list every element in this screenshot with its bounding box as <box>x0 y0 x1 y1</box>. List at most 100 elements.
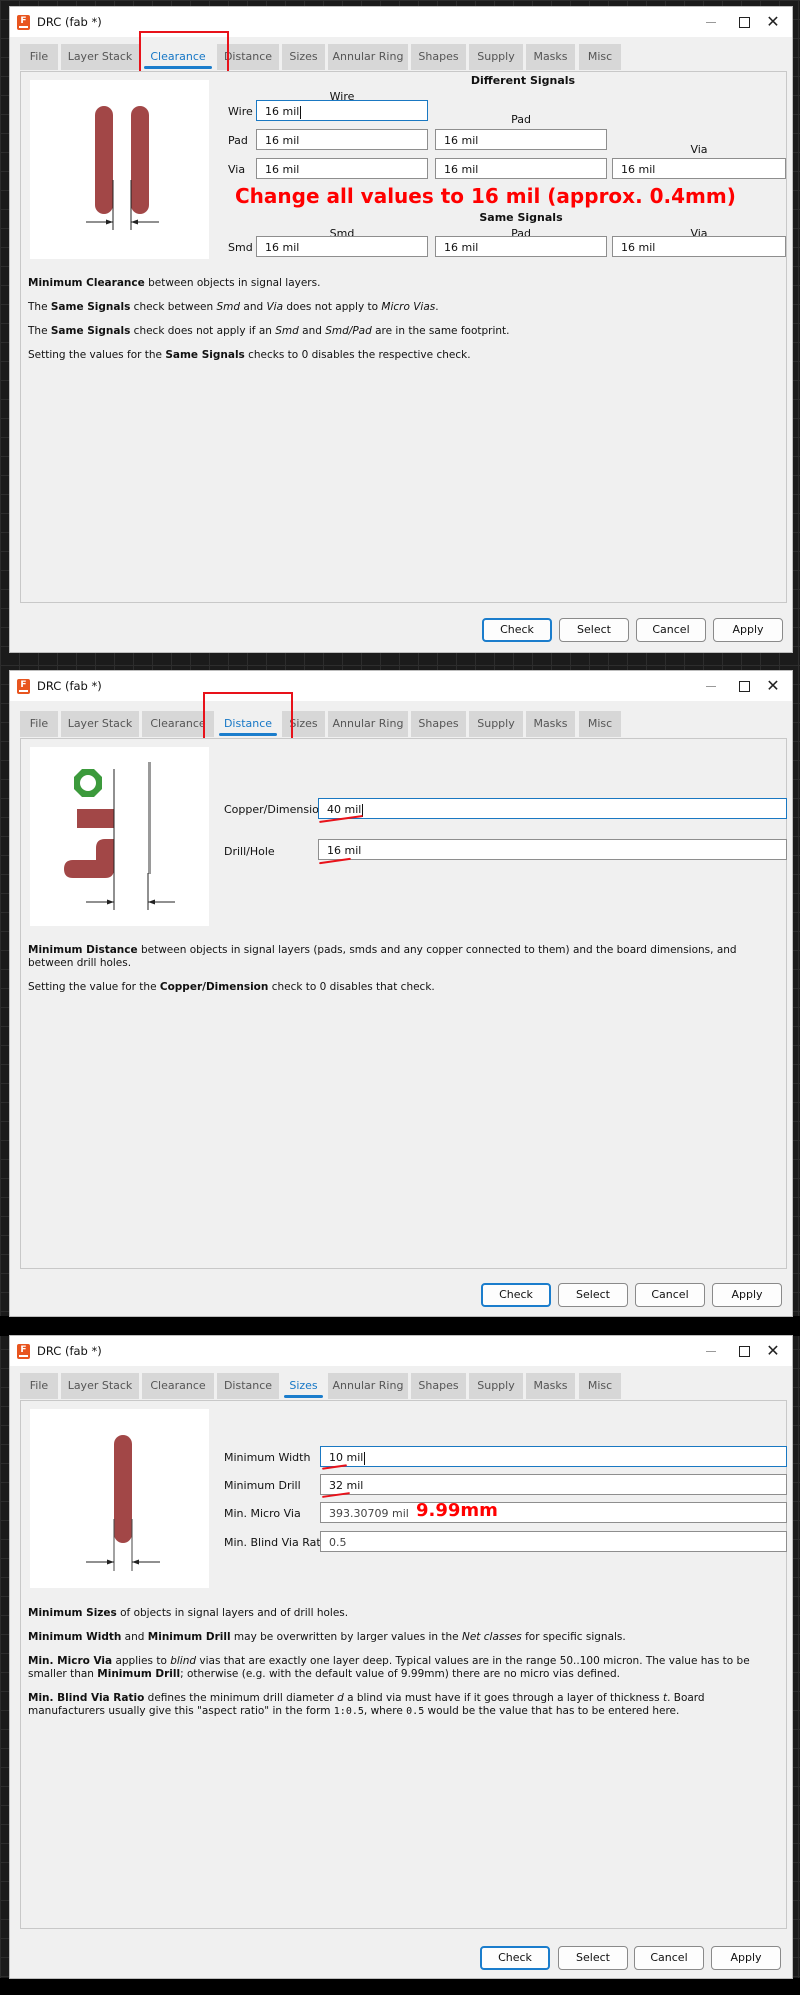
min-micro-via-input[interactable]: 393.30709 mil <box>320 1502 787 1523</box>
row-label-wire: Wire <box>228 105 253 118</box>
close-icon: ✕ <box>766 676 780 695</box>
apply-button[interactable]: Apply <box>711 1946 781 1970</box>
clearance-illustration <box>30 80 209 259</box>
min-blind-via-ratio-input[interactable]: 0.5 <box>320 1531 787 1552</box>
tab-misc[interactable]: Misc <box>579 44 621 70</box>
pad-wire-input[interactable]: 16 mil <box>256 129 428 150</box>
smd-via-input[interactable]: 16 mil <box>612 236 786 257</box>
via-via-input[interactable]: 16 mil <box>612 158 786 179</box>
minimize-icon <box>706 685 716 687</box>
tab-misc[interactable]: Misc <box>579 1373 621 1399</box>
tab-shapes[interactable]: Shapes <box>411 44 466 70</box>
drc-dialog-sizes: F DRC (fab *) ✕ File Layer Stack Clearan… <box>10 1336 792 1978</box>
annotation-text: 9.99mm <box>416 1500 498 1521</box>
wire-wire-input[interactable]: 16 mil <box>256 100 428 121</box>
col-header-pad: Pad <box>511 113 531 126</box>
maximize-button[interactable] <box>729 1340 759 1362</box>
maximize-icon <box>738 16 750 28</box>
tab-supply[interactable]: Supply <box>469 1373 523 1399</box>
select-button[interactable]: Select <box>559 618 629 642</box>
close-button[interactable]: ✕ <box>758 675 788 697</box>
close-button[interactable]: ✕ <box>758 1340 788 1362</box>
minimize-icon <box>706 21 716 23</box>
min-width-input[interactable]: 10 mil <box>320 1446 787 1467</box>
copper-dimension-input[interactable]: 40 mil <box>318 798 787 819</box>
tab-annular-ring[interactable]: Annular Ring <box>328 44 408 70</box>
tab-file[interactable]: File <box>20 44 58 70</box>
tab-annular-ring[interactable]: Annular Ring <box>328 711 408 737</box>
clearance-panel: Different Signals Wire Wire 16 mil Pad P… <box>20 71 787 603</box>
col-header-via: Via <box>690 143 708 156</box>
app-icon: F <box>17 1344 30 1359</box>
tab-layer-stack[interactable]: Layer Stack <box>61 1373 139 1399</box>
description-line: The Same Signals check does not apply if… <box>28 325 510 337</box>
close-button[interactable]: ✕ <box>758 11 788 33</box>
min-drill-input[interactable]: 32 mil <box>320 1474 787 1495</box>
drill-hole-label: Drill/Hole <box>224 845 275 858</box>
row-label-smd: Smd <box>228 241 253 254</box>
close-icon: ✕ <box>766 1341 780 1360</box>
check-button[interactable]: Check <box>481 1283 551 1307</box>
row-label-pad: Pad <box>228 134 248 147</box>
cancel-button[interactable]: Cancel <box>634 1946 704 1970</box>
tab-annular-ring[interactable]: Annular Ring <box>328 1373 408 1399</box>
check-button[interactable]: Check <box>480 1946 550 1970</box>
check-button[interactable]: Check <box>482 618 552 642</box>
tab-clearance[interactable]: Clearance <box>142 1373 214 1399</box>
annotation-highlight-box <box>203 692 293 742</box>
minimize-button[interactable] <box>696 1340 726 1362</box>
min-drill-label: Minimum Drill <box>224 1479 301 1492</box>
minimize-icon <box>706 1350 716 1352</box>
via-pad-input[interactable]: 16 mil <box>435 158 607 179</box>
select-button[interactable]: Select <box>558 1946 628 1970</box>
cancel-button[interactable]: Cancel <box>636 618 706 642</box>
tab-layer-stack[interactable]: Layer Stack <box>61 44 139 70</box>
same-signals-heading: Same Signals <box>479 211 563 224</box>
tab-masks[interactable]: Masks <box>526 1373 575 1399</box>
min-micro-via-label: Min. Micro Via <box>224 1507 301 1520</box>
tab-sizes[interactable]: Sizes <box>282 44 325 70</box>
title-bar: F DRC (fab *) ✕ <box>10 1336 792 1366</box>
tab-file[interactable]: File <box>20 711 58 737</box>
minimize-button[interactable] <box>696 675 726 697</box>
tab-misc[interactable]: Misc <box>579 711 621 737</box>
description-line: The Same Signals check between Smd and V… <box>28 301 439 313</box>
separator-band <box>0 1316 800 1336</box>
annotation-text: Change all values to 16 mil (approx. 0.4… <box>235 184 736 208</box>
minimize-button[interactable] <box>696 11 726 33</box>
description-line: Setting the values for the Same Signals … <box>28 349 471 361</box>
pad-pad-input[interactable]: 16 mil <box>435 129 607 150</box>
apply-button[interactable]: Apply <box>712 1283 782 1307</box>
apply-button[interactable]: Apply <box>713 618 783 642</box>
tab-file[interactable]: File <box>20 1373 58 1399</box>
close-icon: ✕ <box>766 12 780 31</box>
tab-supply[interactable]: Supply <box>469 44 523 70</box>
description-line: Minimum Sizes of objects in signal layer… <box>28 1607 349 1619</box>
min-width-label: Minimum Width <box>224 1451 311 1464</box>
sizes-panel: Minimum Width 10 mil Minimum Drill 32 mi… <box>20 1400 787 1929</box>
tab-masks[interactable]: Masks <box>526 44 575 70</box>
tab-shapes[interactable]: Shapes <box>411 1373 466 1399</box>
tab-supply[interactable]: Supply <box>469 711 523 737</box>
maximize-button[interactable] <box>729 11 759 33</box>
title-bar: F DRC (fab *) ✕ <box>10 671 792 701</box>
cancel-button[interactable]: Cancel <box>635 1283 705 1307</box>
tab-distance[interactable]: Distance <box>217 1373 279 1399</box>
title-bar: F DRC (fab *) ✕ <box>10 7 792 37</box>
different-signals-heading: Different Signals <box>470 74 576 87</box>
distance-diagram <box>64 762 175 910</box>
tab-sizes[interactable]: Sizes <box>282 1373 325 1399</box>
description-line: Setting the value for the Copper/Dimensi… <box>28 981 435 993</box>
smd-smd-input[interactable]: 16 mil <box>256 236 428 257</box>
via-wire-input[interactable]: 16 mil <box>256 158 428 179</box>
distance-panel: Copper/Dimension 40 mil Drill/Hole 16 mi… <box>20 738 787 1269</box>
maximize-button[interactable] <box>729 675 759 697</box>
row-label-via: Via <box>228 163 246 176</box>
tab-layer-stack[interactable]: Layer Stack <box>61 711 139 737</box>
sizes-illustration <box>30 1409 209 1588</box>
tab-shapes[interactable]: Shapes <box>411 711 466 737</box>
select-button[interactable]: Select <box>558 1283 628 1307</box>
tab-masks[interactable]: Masks <box>526 711 575 737</box>
drill-hole-input[interactable]: 16 mil <box>318 839 787 860</box>
smd-pad-input[interactable]: 16 mil <box>435 236 607 257</box>
